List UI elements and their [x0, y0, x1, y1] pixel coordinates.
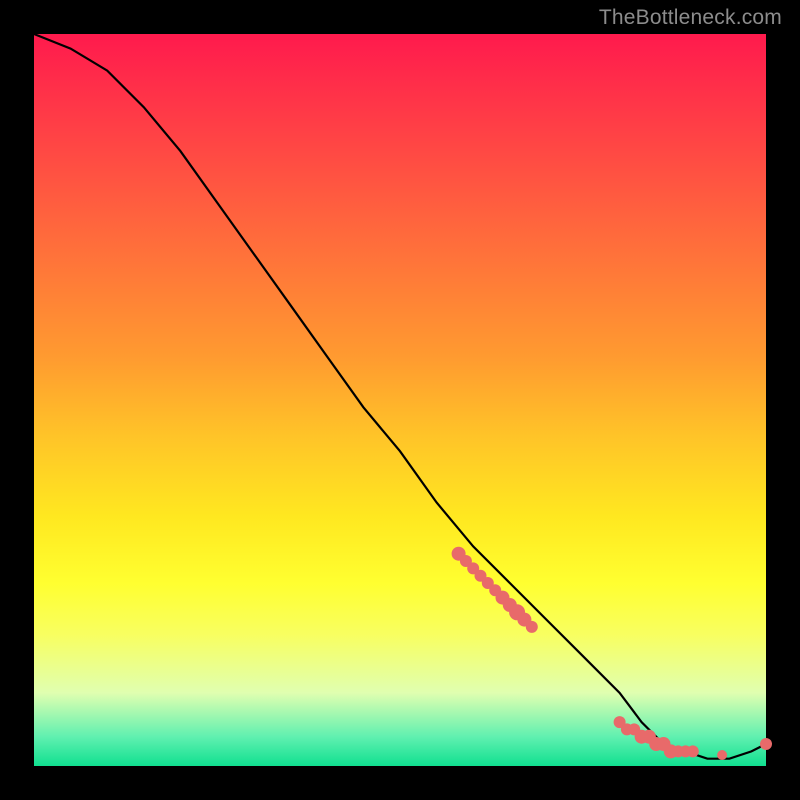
watermark-text: TheBottleneck.com [599, 6, 782, 30]
chart-container: TheBottleneck.com [0, 0, 800, 800]
highlight-dots [452, 547, 772, 760]
highlight-dot [760, 738, 772, 750]
highlight-dot [687, 745, 699, 757]
bottleneck-curve [34, 34, 766, 759]
curve-layer [34, 34, 766, 766]
highlight-dot [717, 750, 727, 760]
highlight-dot [526, 621, 538, 633]
plot-area [34, 34, 766, 766]
